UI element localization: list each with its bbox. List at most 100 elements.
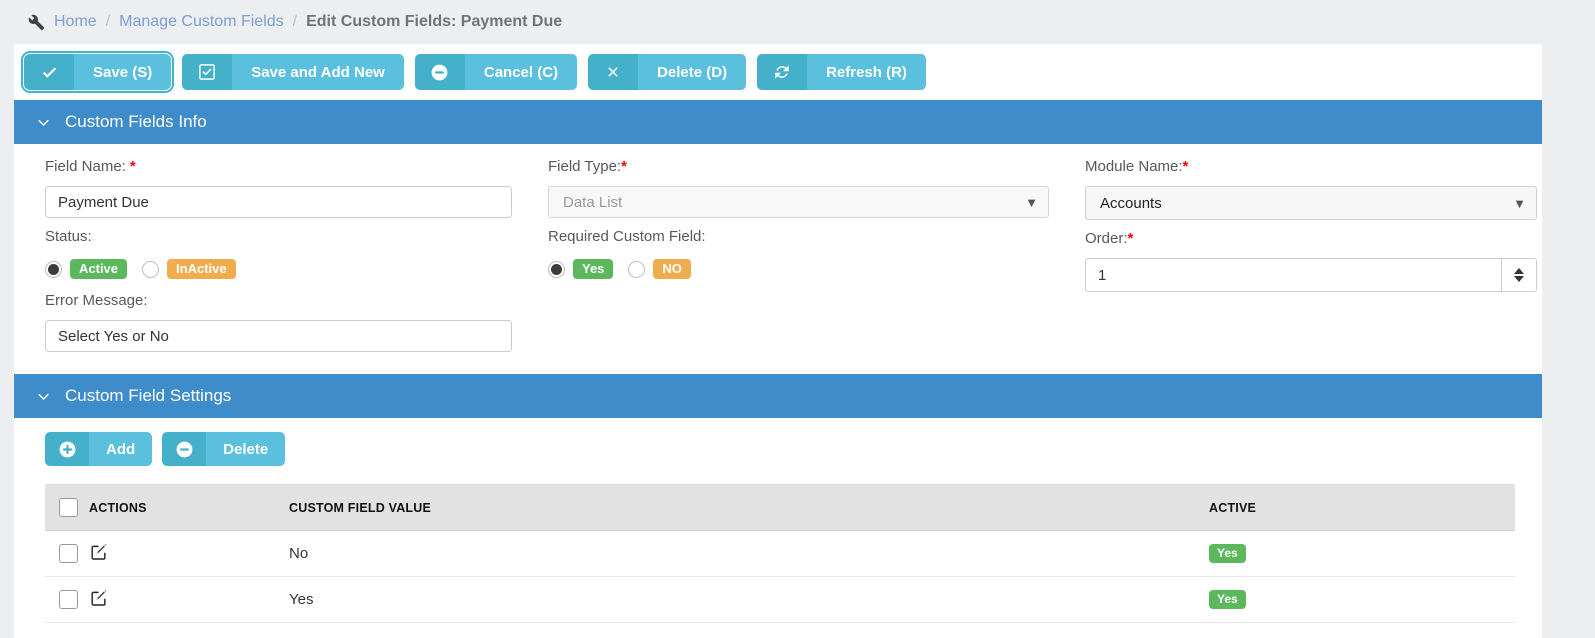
breadcrumb-separator-1: /: [105, 13, 111, 30]
status-badge: Yes: [1209, 544, 1246, 563]
breadcrumb-home-link[interactable]: Home: [54, 13, 97, 31]
check-icon: [24, 54, 74, 90]
refresh-button-label: Refresh (R): [807, 54, 926, 90]
main-toolbar: Save (S) Save and Add New Cancel (C) Del…: [14, 44, 1542, 100]
order-group: Order:*: [1085, 230, 1573, 292]
required-no-badge[interactable]: NO: [653, 259, 691, 279]
row-checkbox[interactable]: [59, 544, 78, 563]
breadcrumb-separator-2: /: [292, 13, 298, 30]
status-inactive-radio[interactable]: [142, 260, 160, 278]
required-custom-field-group: Required Custom Field: Yes NO: [548, 228, 1085, 282]
table-row[interactable]: Yes Yes: [45, 576, 1515, 623]
field-type-select-value: Data List: [563, 193, 623, 211]
order-label-text: Order:: [1085, 230, 1128, 247]
chevron-down-icon: ▼: [1513, 195, 1526, 211]
module-name-label-text: Module Name:: [1085, 158, 1183, 175]
refresh-icon: [757, 54, 808, 90]
save-button-label: Save (S): [74, 54, 172, 90]
select-all-header: [45, 484, 89, 531]
field-type-select[interactable]: Data List ▼: [548, 186, 1049, 218]
add-row-button-label: Add: [89, 432, 153, 466]
save-and-add-new-button[interactable]: Save and Add New: [182, 54, 404, 90]
error-message-group: Error Message:: [45, 292, 548, 352]
edit-icon[interactable]: [89, 542, 108, 565]
settings-toolbar: Add Delete: [45, 432, 1542, 484]
field-name-group: Field Name: *: [45, 158, 548, 218]
status-badge: Yes: [1209, 590, 1246, 609]
order-label: Order:*: [1085, 230, 1537, 252]
actions-header: ACTIONS: [89, 484, 289, 531]
spinner-up-icon[interactable]: [1514, 268, 1525, 274]
module-name-label: Module Name:*: [1085, 158, 1537, 180]
required-asterisk: *: [1127, 230, 1134, 247]
order-input[interactable]: [1085, 258, 1503, 292]
table-header-row: ACTIONS CUSTOM FIELD VALUE ACTIVE: [45, 484, 1515, 531]
field-type-label-text: Field Type:: [548, 158, 622, 175]
row-actions-cell: [89, 576, 289, 623]
field-type-group: Field Type:* Data List ▼: [548, 158, 1085, 218]
custom-field-settings-panel-body: Add Delete ACTIONS CUSTOM FIELD VALUE AC…: [14, 418, 1542, 638]
refresh-button[interactable]: Refresh (R): [757, 54, 926, 90]
required-yes-radio[interactable]: [548, 260, 565, 278]
close-x-icon: [588, 54, 639, 90]
minus-circle-icon: [162, 432, 207, 466]
custom-field-settings-panel-header[interactable]: Custom Field Settings: [14, 374, 1542, 418]
row-actions-cell: [89, 530, 289, 577]
field-type-label: Field Type:*: [548, 158, 1049, 180]
status-label: Status:: [45, 228, 92, 245]
error-message-input[interactable]: [45, 320, 512, 352]
order-stepper: [1085, 258, 1537, 292]
delete-button[interactable]: Delete (D): [588, 54, 747, 90]
module-name-select-value: Accounts: [1100, 194, 1162, 212]
add-row-button[interactable]: Add: [45, 432, 153, 466]
custom-fields-info-panel-body: Field Name:* Status: Active InActive Err…: [14, 144, 1542, 374]
form-column-3: Module Name:* Accounts ▼ Order:*: [1085, 158, 1573, 362]
custom-fields-info-panel-header[interactable]: Custom Fields Info: [14, 100, 1542, 144]
cancel-button-label: Cancel (C): [464, 54, 578, 90]
delete-row-button[interactable]: Delete: [162, 432, 286, 466]
row-value-cell: No: [289, 530, 1209, 577]
delete-row-button-label: Delete: [206, 432, 286, 466]
chevron-down-icon: [36, 389, 51, 404]
custom-field-value-header: CUSTOM FIELD VALUE: [289, 484, 1209, 531]
custom-fields-form: Field Name:* Status: Active InActive Err…: [14, 144, 1542, 374]
status-active-badge[interactable]: Active: [70, 259, 128, 279]
status-active-radio[interactable]: [45, 260, 62, 278]
check-square-icon: [182, 54, 233, 90]
row-active-cell: Yes: [1209, 530, 1515, 577]
save-and-add-new-button-label: Save and Add New: [232, 54, 404, 90]
page-card: Save (S) Save and Add New Cancel (C) Del…: [14, 44, 1542, 638]
order-spinner-buttons[interactable]: [1502, 258, 1537, 292]
required-custom-field-label: Required Custom Field:: [548, 228, 706, 245]
save-button[interactable]: Save (S): [20, 51, 175, 93]
module-name-select[interactable]: Accounts ▼: [1085, 186, 1537, 220]
row-checkbox[interactable]: [59, 590, 78, 609]
required-asterisk: *: [129, 158, 136, 175]
chevron-down-icon: ▼: [1025, 194, 1038, 210]
status-inactive-badge[interactable]: InActive: [167, 259, 236, 279]
custom-fields-info-panel-title: Custom Fields Info: [65, 112, 207, 131]
table-empty-space: [45, 623, 1542, 638]
table-header: ACTIONS CUSTOM FIELD VALUE ACTIVE: [45, 484, 1515, 531]
error-message-label: Error Message:: [45, 292, 148, 309]
select-all-checkbox[interactable]: [59, 498, 78, 517]
required-no-radio[interactable]: [628, 260, 646, 278]
custom-field-settings-panel-title: Custom Field Settings: [65, 386, 232, 405]
edit-icon[interactable]: [89, 588, 108, 611]
breadcrumb-manage-link[interactable]: Manage Custom Fields: [119, 13, 284, 31]
cancel-button[interactable]: Cancel (C): [414, 54, 578, 90]
field-name-input[interactable]: [45, 186, 512, 218]
spinner-down-icon[interactable]: [1514, 276, 1525, 282]
plus-circle-icon: [45, 432, 89, 466]
status-group: Status: Active InActive: [45, 228, 548, 282]
chevron-down-icon: [36, 115, 51, 130]
required-custom-field-radio-group: Yes NO: [548, 256, 1049, 282]
table-row[interactable]: No Yes: [45, 530, 1515, 577]
delete-button-label: Delete (D): [638, 54, 747, 90]
field-name-label: Field Name: *: [45, 158, 512, 180]
minus-circle-icon: [414, 54, 465, 90]
required-yes-badge[interactable]: Yes: [573, 259, 614, 279]
active-header: ACTIVE: [1209, 484, 1515, 531]
form-column-2: Field Type:* Data List ▼ Required Custom…: [548, 158, 1085, 362]
row-select-cell: [45, 576, 89, 623]
